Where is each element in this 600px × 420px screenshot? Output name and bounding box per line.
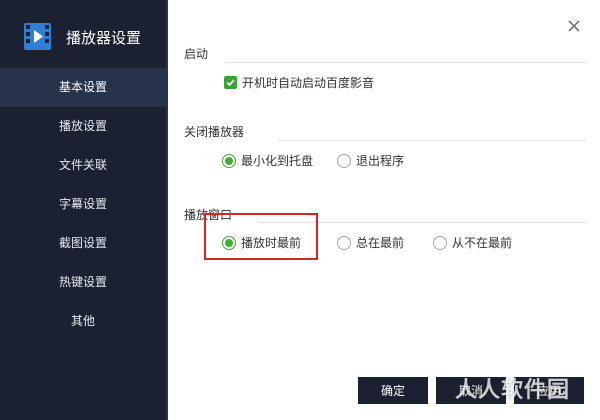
- section-title-close: 关闭播放器: [184, 125, 245, 139]
- autostart-checkbox[interactable]: [224, 76, 237, 89]
- sidebar-item-playback[interactable]: 播放设置: [0, 107, 166, 146]
- sidebar-item-screenshot[interactable]: 截图设置: [0, 224, 166, 263]
- radio-label: 退出程序: [356, 154, 405, 168]
- sidebar-item-file-association[interactable]: 文件关联: [0, 146, 166, 185]
- settings-dialog: 播放器设置 基本设置 播放设置 文件关联 字幕设置 截图设置 热键设置 其他 启…: [0, 0, 600, 420]
- settings-content: 启动 开机时自动启动百度影音 关闭播放器 最小化到托盘 退出程序 播放窗口 播放…: [168, 0, 600, 420]
- radio-exit-program[interactable]: 退出程序: [337, 152, 404, 169]
- sidebar: 播放器设置 基本设置 播放设置 文件关联 字幕设置 截图设置 热键设置 其他: [0, 0, 166, 420]
- app-title: 播放器设置: [66, 29, 142, 47]
- radio-button[interactable]: [222, 153, 236, 168]
- player-logo-icon: [24, 23, 51, 50]
- radio-button[interactable]: [337, 235, 351, 250]
- sidebar-nav: 基本设置 播放设置 文件关联 字幕设置 截图设置 热键设置 其他: [0, 68, 166, 341]
- close-icon[interactable]: [566, 18, 582, 34]
- radio-button[interactable]: [433, 235, 447, 250]
- sidebar-item-hotkeys[interactable]: 热键设置: [0, 263, 166, 302]
- radio-always-on-top[interactable]: 总在最前: [337, 234, 404, 251]
- section-title-startup: 启动: [184, 47, 209, 61]
- autostart-label: 开机时自动启动百度影音: [242, 76, 375, 90]
- sidebar-header: 播放器设置: [0, 0, 166, 66]
- radio-never-on-top[interactable]: 从不在最前: [433, 234, 512, 251]
- ok-button[interactable]: 确定: [358, 377, 428, 404]
- radio-on-top-while-playing[interactable]: 播放时最前: [222, 234, 301, 251]
- sidebar-item-subtitles[interactable]: 字幕设置: [0, 185, 166, 224]
- sidebar-item-other[interactable]: 其他: [0, 302, 166, 341]
- section-divider: [278, 140, 586, 141]
- radio-minimize-to-tray[interactable]: 最小化到托盘: [222, 152, 313, 169]
- radio-button[interactable]: [337, 153, 351, 168]
- radio-label: 总在最前: [356, 236, 405, 250]
- sidebar-item-basic[interactable]: 基本设置: [0, 68, 166, 107]
- section-divider: [225, 62, 586, 63]
- radio-label: 播放时最前: [241, 236, 302, 250]
- radio-label: 从不在最前: [452, 236, 513, 250]
- radio-label: 最小化到托盘: [241, 154, 314, 168]
- checkmark-icon: [226, 79, 235, 87]
- radio-button[interactable]: [222, 235, 236, 250]
- autostart-checkbox-row[interactable]: 开机时自动启动百度影音: [224, 74, 374, 91]
- watermark: 人人软件园: [455, 378, 571, 403]
